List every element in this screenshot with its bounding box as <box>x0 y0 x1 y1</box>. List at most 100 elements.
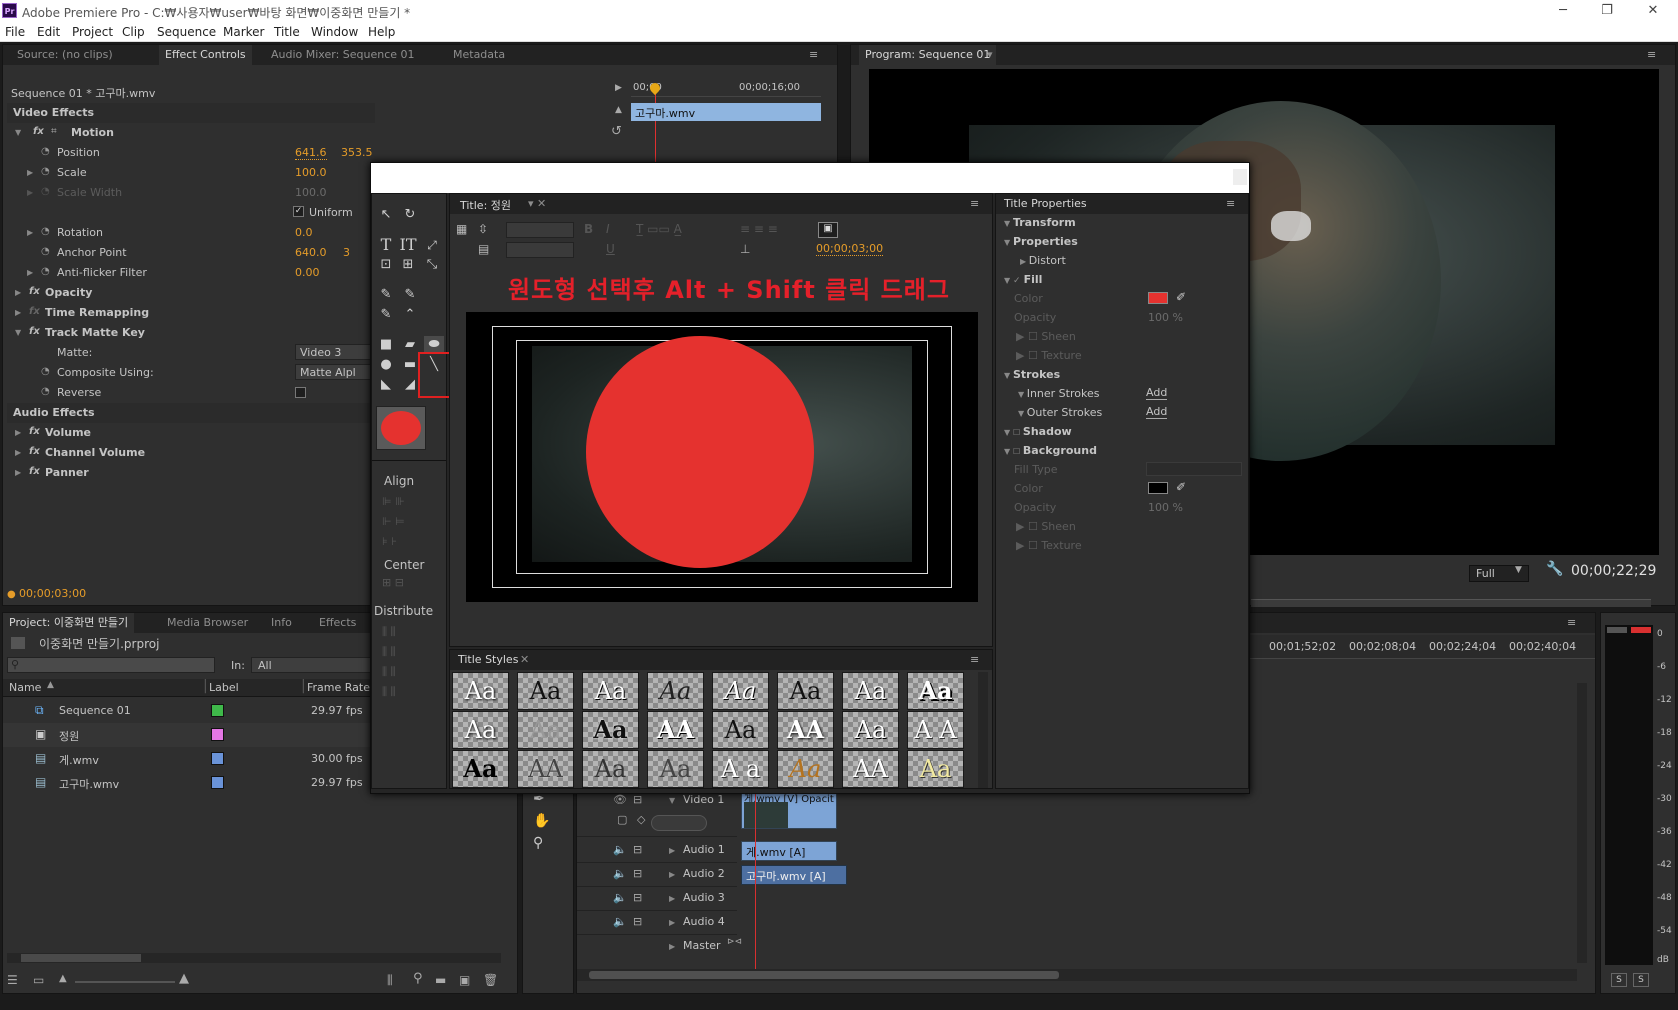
keyframe-nav[interactable] <box>651 815 707 831</box>
fill-opacity-value[interactable]: 100 % <box>1148 311 1183 329</box>
title-style-swatch[interactable]: A A <box>907 711 964 749</box>
zoom-tool-icon[interactable]: ⚲ <box>533 835 543 851</box>
expand-icon[interactable]: ▼ <box>1004 276 1013 285</box>
italic-icon[interactable]: I <box>606 222 610 236</box>
fill-type-dropdown[interactable] <box>1146 462 1242 476</box>
zoom-in-icon[interactable]: ▲ <box>179 971 189 986</box>
stopwatch-icon[interactable]: ◔ <box>41 266 50 277</box>
new-title-icon[interactable]: ▦ <box>456 222 467 236</box>
tab-title-properties[interactable]: Title Properties <box>1004 197 1087 210</box>
column-label[interactable]: Label <box>209 681 239 694</box>
zoom-slider[interactable] <box>75 981 175 983</box>
vertical-path-type-tool-icon[interactable]: ⤡ <box>422 256 442 274</box>
fx-icon[interactable]: fx <box>29 426 40 437</box>
expand-icon[interactable]: ▶ <box>669 846 675 855</box>
volume-row[interactable]: ▶ fx Volume <box>7 423 375 443</box>
stopwatch-icon[interactable]: ◔ <box>41 166 50 177</box>
rounded-corner-rect-tool-icon[interactable]: ▬ <box>400 356 420 374</box>
in-dropdown[interactable]: All <box>251 657 375 673</box>
expand-icon[interactable]: ▶ <box>27 188 33 197</box>
opacity-row[interactable]: ▶ fx Opacity <box>7 283 375 303</box>
track-matte-row[interactable]: ▼ fx Track Matte Key <box>7 323 375 343</box>
position-y-value[interactable]: 353.5 <box>341 146 373 159</box>
fx-icon[interactable]: fx <box>29 326 40 337</box>
show-background-video-icon[interactable]: ▣ <box>818 222 838 238</box>
lock-icon[interactable]: ⊟ <box>633 793 642 806</box>
title-style-swatch[interactable]: Aa <box>452 750 509 788</box>
expand-icon[interactable]: ▼ <box>669 796 675 805</box>
expand-icon[interactable]: ▶ <box>15 288 21 297</box>
convert-anchor-tool-icon[interactable]: ⌃ <box>400 306 420 324</box>
tab-dropdown-icon[interactable]: ▾ ✕ <box>528 197 546 210</box>
bg-color-swatch[interactable] <box>1148 482 1168 494</box>
anchor-y-value[interactable]: 3 <box>343 246 350 259</box>
title-canvas[interactable] <box>466 312 978 602</box>
panner-row[interactable]: ▶ fx Panner <box>7 463 375 483</box>
expand-icon[interactable]: ▶ <box>27 228 33 237</box>
pen-tool-icon[interactable]: ✎ <box>376 286 396 304</box>
tab-effects[interactable]: Effects <box>319 616 356 629</box>
distort-row[interactable]: ▶ Distort <box>1020 254 1066 272</box>
column-divider[interactable]: | <box>203 678 208 694</box>
fx-icon[interactable]: fx <box>29 446 40 457</box>
panel-menu-icon[interactable]: ≡ <box>970 653 979 666</box>
delete-anchor-tool-icon[interactable]: ✎ <box>376 306 396 324</box>
keyframe-icon[interactable]: ◇ <box>637 813 645 826</box>
rotation-tool-icon[interactable]: ↻ <box>400 206 420 224</box>
tab-program[interactable]: Program: Sequence 01 <box>859 45 997 65</box>
restore-button[interactable]: ❐ <box>1592 2 1622 20</box>
underline-icon[interactable]: U <box>606 242 615 256</box>
menu-project[interactable]: Project <box>72 25 113 39</box>
rounded-rectangle-tool-icon[interactable]: ● <box>376 356 396 374</box>
title-style-swatch[interactable]: Aa <box>582 750 639 788</box>
expand-icon[interactable]: ▼ <box>15 328 21 337</box>
uniform-scale-checkbox[interactable]: ✓ <box>293 206 304 217</box>
bg-texture-row[interactable]: ▶ ☐ Texture <box>1016 539 1082 557</box>
stopwatch-icon[interactable]: ◔ <box>41 386 50 397</box>
project-search-input[interactable]: ⚲ <box>7 657 215 673</box>
outer-strokes-row[interactable]: ▼ Outer Strokes <box>1018 406 1102 424</box>
column-divider[interactable]: | <box>301 678 306 694</box>
expand-icon[interactable]: ▶ <box>669 894 675 903</box>
roll-crawl-icon[interactable]: ⇳ <box>478 222 488 236</box>
fx-icon[interactable]: fx <box>33 126 44 137</box>
text-align-icons[interactable]: ≡ ≡ ≡ <box>740 222 778 236</box>
panel-menu-icon[interactable]: ≡ <box>809 48 818 61</box>
title-style-swatch[interactable]: AA <box>647 711 704 749</box>
scroll-up-icon[interactable]: ▲ <box>615 105 622 115</box>
speaker-icon[interactable]: 🔈 <box>613 867 627 880</box>
title-style-swatch[interactable]: Aa <box>517 711 574 749</box>
position-x-value[interactable]: 641.6 <box>295 146 327 160</box>
audio-clip-sweetpotato[interactable]: 고구마.wmv [A] <box>741 865 847 885</box>
scrollbar-thumb[interactable] <box>21 954 141 962</box>
panel-menu-icon[interactable]: ≡ <box>1647 48 1656 61</box>
menu-edit[interactable]: Edit <box>37 25 60 39</box>
close-button[interactable]: ✕ <box>1638 2 1668 20</box>
title-style-swatch[interactable]: Aa <box>907 750 964 788</box>
composite-dropdown[interactable]: Matte Alpl <box>295 364 375 380</box>
sheen-row[interactable]: ▶ ☐ Sheen <box>1016 330 1076 348</box>
drawn-ellipse-shape[interactable] <box>586 336 814 568</box>
hand-tool-icon[interactable]: ✋ <box>533 813 550 829</box>
title-style-swatch[interactable]: Aa <box>582 711 639 749</box>
title-style-swatch[interactable]: Aa <box>907 672 964 710</box>
expand-icon[interactable]: ▶ <box>15 448 21 457</box>
motion-row[interactable]: ▼ fx ⌗ Motion ↺ <box>7 123 622 143</box>
play-clip-icon[interactable]: ▶ <box>615 83 622 93</box>
text-size-icons[interactable]: T̲ ▭▭ A̲ <box>636 222 682 236</box>
reset-icon[interactable]: ↺ <box>611 124 622 139</box>
timeline-vertical-scrollbar[interactable] <box>1577 683 1587 963</box>
fx-icon[interactable]: fx <box>29 466 40 477</box>
label-color-swatch[interactable] <box>211 752 224 765</box>
templates-icon[interactable]: ▤ <box>478 242 489 256</box>
expand-icon[interactable]: ▶ <box>27 268 33 277</box>
wrench-icon[interactable]: 🔧 <box>1546 561 1563 577</box>
expand-icon[interactable]: ▼ ☐ <box>1004 428 1023 437</box>
menu-help[interactable]: Help <box>368 25 395 39</box>
tab-effect-controls[interactable]: Effect Controls <box>159 45 252 65</box>
expand-icon[interactable]: ▶ <box>669 918 675 927</box>
titler-close-button[interactable] <box>1233 169 1247 185</box>
close-tab-icon[interactable]: ✕ <box>520 653 529 666</box>
add-inner-stroke-link[interactable]: Add <box>1146 386 1168 400</box>
eyedropper-icon[interactable]: ✐ <box>1176 480 1186 494</box>
